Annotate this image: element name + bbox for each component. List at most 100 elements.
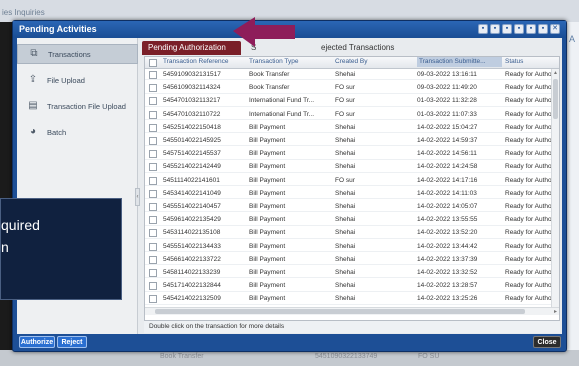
row-checkbox[interactable]	[149, 229, 157, 238]
table-row[interactable]: 5456109032114324 Book Transfer FO sur 09-03…	[145, 82, 551, 94]
nav-item-batch[interactable]: ◕ Batch	[17, 122, 138, 142]
cell-type: Bill Payment	[249, 295, 286, 303]
cell-reference: 5453414022141049	[163, 189, 221, 197]
table-header: Transaction Reference Transaction Type C…	[145, 57, 559, 69]
horizontal-scrollbar[interactable]: ▸	[145, 307, 559, 315]
row-checkbox[interactable]	[149, 163, 157, 172]
table-row[interactable]: 5457514022145537 Bill Payment Shehai 14-02-…	[145, 148, 551, 160]
window-button-1[interactable]: ▪	[478, 24, 488, 34]
window-button-4[interactable]: ▪	[514, 24, 524, 34]
cell-type: Bill Payment	[249, 163, 286, 171]
cell-status: Ready for Authori...	[505, 242, 551, 250]
column-header-type[interactable]: Transaction Type	[249, 58, 331, 65]
table-row[interactable]: 5451114022141601 Bill Payment FO sur 14-02-…	[145, 175, 551, 186]
nav-item-transaction-file-upload[interactable]: ▤ Transaction File Upload	[17, 96, 138, 116]
table-row[interactable]: 5455214022142449 Bill Payment Shehai 14-02-…	[145, 161, 551, 173]
table-row[interactable]: 5454701032110722 International Fund Tr...…	[145, 109, 551, 120]
table-row[interactable]: 5459109032131517 Book Transfer Shehai 09-03…	[145, 69, 551, 81]
window-button-2[interactable]: ▪	[490, 24, 500, 34]
row-checkbox[interactable]	[149, 137, 157, 145]
cell-created-by: Shehai	[335, 163, 356, 171]
scroll-up-icon[interactable]: ▲	[553, 70, 558, 76]
nav-item-transactions[interactable]: ⧉ Transactions	[17, 44, 138, 64]
cell-reference: 5458114022133239	[163, 269, 221, 276]
reject-button[interactable]: Reject	[57, 336, 87, 348]
table-row[interactable]: 5455014022145925 Bill Payment Shehai 14-02-…	[145, 135, 551, 147]
cell-type: Bill Payment	[249, 255, 286, 263]
background-breadcrumb: ies Inquiries	[2, 8, 45, 17]
cell-submitted: 14-02-2022 13:44:42	[417, 242, 478, 250]
row-checkbox[interactable]	[149, 97, 157, 106]
nav-item-label: Transactions	[48, 49, 91, 59]
table-row[interactable]: 5455514022134433 Bill Payment Shehai 14-02-…	[145, 241, 551, 252]
table-row[interactable]: 5455514022140457 Bill Payment Shehai 14-02-…	[145, 201, 551, 213]
table-row[interactable]: 5458114022133239 Bill Payment Shehai 14-02-…	[145, 267, 551, 279]
column-header-submitted[interactable]: Transaction Submitte...	[417, 57, 502, 67]
row-checkbox[interactable]	[149, 176, 157, 185]
row-checkbox[interactable]	[149, 282, 157, 291]
table-row[interactable]: 5459614022135429 Bill Payment Shehai 14-02-…	[145, 214, 551, 226]
cell-reference: 5459614022135429	[163, 216, 221, 224]
cell-created-by: Shehai	[335, 150, 356, 158]
row-checkbox[interactable]	[149, 242, 157, 251]
cell-type: International Fund Tr...	[249, 97, 315, 105]
cell-type: Bill Payment	[249, 176, 286, 184]
tab-pending-authorization[interactable]: Pending Authorization	[142, 41, 241, 55]
row-checkbox[interactable]	[149, 71, 157, 79]
scroll-thumb[interactable]	[553, 79, 558, 119]
cell-submitted: 14-02-2022 14:17:16	[417, 176, 478, 184]
row-checkbox[interactable]	[149, 295, 157, 304]
row-checkbox[interactable]	[149, 203, 157, 211]
row-checkbox[interactable]	[149, 110, 157, 119]
select-all-checkbox[interactable]	[149, 59, 157, 67]
cell-type: Book Transfer	[249, 71, 290, 78]
column-header-reference[interactable]: Transaction Reference	[163, 58, 247, 65]
tab-rejected-transactions[interactable]: ejected Transactions	[321, 41, 431, 55]
column-header-status[interactable]: Status	[505, 58, 551, 65]
cell-status: Ready for Authori...	[505, 176, 551, 184]
cell-status: Ready for Authori...	[505, 123, 551, 131]
column-header-created-by[interactable]: Created By	[335, 58, 415, 65]
cell-type: Bill Payment	[249, 189, 286, 197]
close-icon[interactable]: ✕	[550, 24, 560, 34]
scroll-right-icon[interactable]: ▸	[554, 308, 557, 315]
close-button[interactable]: Close	[533, 336, 561, 348]
vertical-scrollbar[interactable]: ▲	[551, 69, 559, 307]
window-button-6[interactable]: ▪	[538, 24, 548, 34]
table-row[interactable]: 5453414022141049 Bill Payment Shehai 14-02-…	[145, 188, 551, 200]
table-row[interactable]: 5453114022135108 Bill Payment Shehai 14-02-…	[145, 227, 551, 239]
cell-reference: 5454701032113217	[163, 97, 221, 105]
table-row[interactable]: 5452514022150418 Bill Payment Shehai 14-02-…	[145, 122, 551, 134]
window-button-5[interactable]: ▪	[526, 24, 536, 34]
table-row[interactable]: 5454214022132509 Bill Payment Shehai 14-02-…	[145, 293, 551, 305]
cell-type: Bill Payment	[249, 229, 286, 237]
row-checkbox[interactable]	[149, 255, 157, 264]
cell-type: Bill Payment	[249, 123, 286, 131]
panel-collapse-handle[interactable]: ‹	[135, 188, 140, 206]
table-row[interactable]: 5454701032113217 International Fund Tr...…	[145, 95, 551, 107]
cell-type: Bill Payment	[249, 150, 286, 158]
cell-submitted: 14-02-2022 14:24:58	[417, 163, 478, 171]
row-checkbox[interactable]	[149, 216, 157, 225]
window-controls: ▪ ▪ ▪ ▪ ▪ ▪ ✕	[478, 24, 560, 34]
cell-created-by: Shehai	[335, 216, 356, 224]
row-checkbox[interactable]	[149, 269, 157, 277]
nav-item-file-upload[interactable]: ⇪ File Upload	[17, 70, 138, 90]
cell-status: Ready for Authori...	[505, 269, 551, 276]
table-row[interactable]: 5456614022133722 Bill Payment Shehai 14-02-…	[145, 254, 551, 266]
cell-submitted: 14-02-2022 13:25:26	[417, 295, 478, 303]
row-checkbox[interactable]	[149, 84, 157, 93]
table-hint-text: Double click on the transaction for more…	[144, 321, 560, 333]
horizontal-scroll-thumb[interactable]	[155, 309, 525, 314]
cell-created-by: Shehai	[335, 123, 356, 131]
table-row[interactable]: 5451714022132844 Bill Payment Shehai 14-02-…	[145, 280, 551, 292]
row-checkbox[interactable]	[149, 150, 157, 159]
overlay-callout: quired n	[0, 198, 122, 300]
row-checkbox[interactable]	[149, 123, 157, 132]
authorize-button[interactable]: Authorize	[19, 336, 55, 348]
cell-type: Book Transfer	[249, 84, 290, 92]
window-button-3[interactable]: ▪	[502, 24, 512, 34]
row-checkbox[interactable]	[149, 189, 157, 198]
cell-created-by: Shehai	[335, 269, 356, 276]
cell-created-by: FO sur	[335, 84, 355, 92]
